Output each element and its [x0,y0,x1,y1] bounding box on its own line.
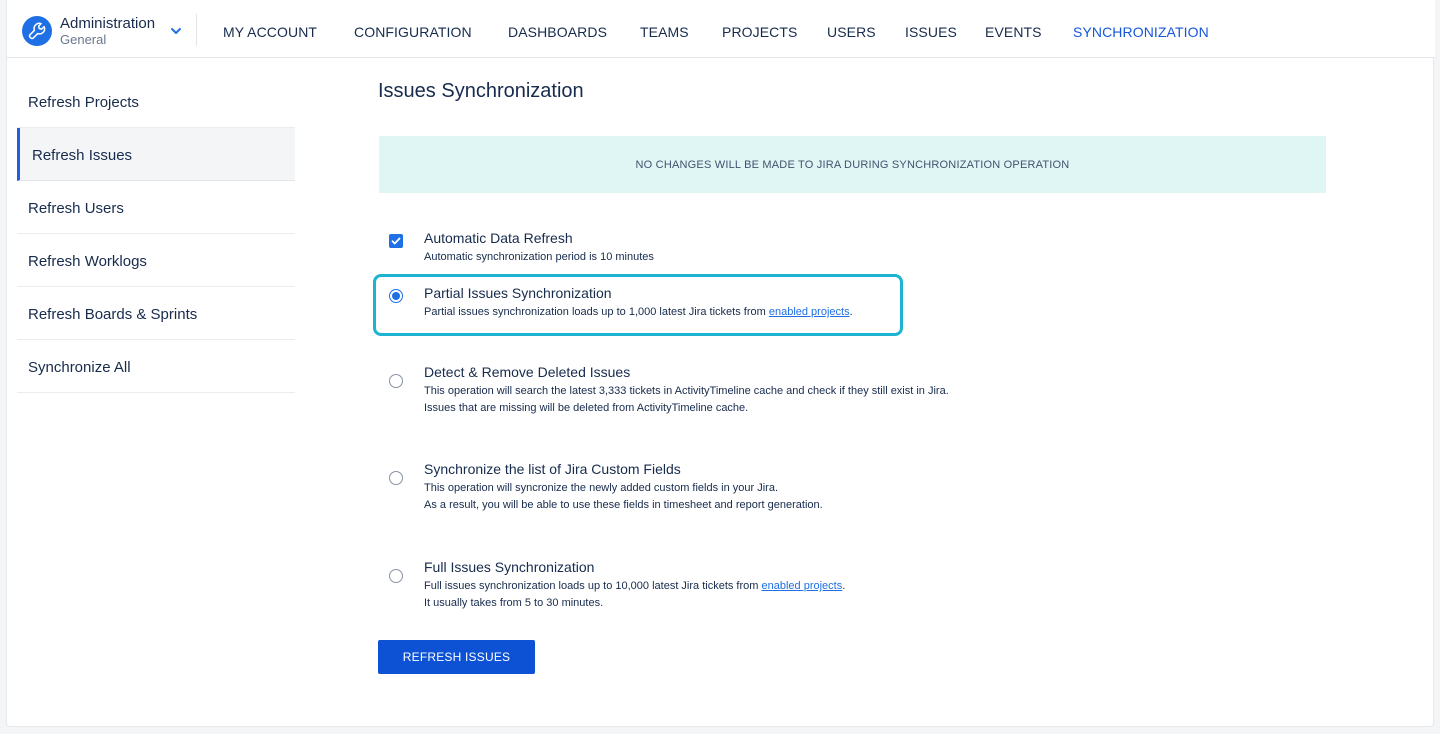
nav-synchronization[interactable]: SYNCHRONIZATION [1073,24,1209,40]
enabled-projects-link[interactable]: enabled projects [762,580,843,592]
wrench-logo-icon [22,16,52,46]
app-subtitle: General [60,32,107,47]
refresh-issues-button[interactable]: REFRESH ISSUES [378,640,535,674]
top-navigation: Administration General MY ACCOUNT CONFIG… [7,0,1435,58]
sidebar-item-refresh-boards-sprints[interactable]: Refresh Boards & Sprints [17,287,295,340]
option-description-line: It usually takes from 5 to 30 minutes. [424,597,604,609]
option-description-text: Partial issues synchronization loads up … [424,306,769,318]
nav-issues[interactable]: ISSUES [905,24,957,40]
nav-dashboards[interactable]: DASHBOARDS [508,24,607,40]
option-description-text: Full issues synchronization loads up to … [424,580,762,592]
info-banner: NO CHANGES WILL BE MADE TO JIRA DURING S… [379,136,1326,193]
option-description: This operation will search the latest 3,… [424,383,949,417]
option-title: Detect & Remove Deleted Issues [424,364,631,380]
sidebar-item-refresh-users[interactable]: Refresh Users [17,181,295,234]
option-title: Automatic Data Refresh [424,230,573,246]
page-title: Issues Synchronization [378,80,584,102]
custom-fields-radio[interactable] [389,471,403,485]
full-sync-radio[interactable] [389,569,403,583]
main-card: Administration General MY ACCOUNT CONFIG… [6,0,1435,727]
sidebar-item-label: Refresh Boards & Sprints [28,306,198,323]
nav-my-account[interactable]: MY ACCOUNT [223,24,317,40]
sidebar-item-synchronize-all[interactable]: Synchronize All [17,340,295,393]
sidebar-item-label: Refresh Issues [32,147,133,164]
nav-teams[interactable]: TEAMS [640,24,689,40]
nav-configuration[interactable]: CONFIGURATION [354,24,472,40]
auto-refresh-checkbox[interactable] [389,234,403,248]
chevron-down-icon[interactable] [170,25,182,37]
sidebar-item-refresh-projects[interactable]: Refresh Projects [17,75,295,128]
nav-divider [196,14,197,46]
option-description-end: . [849,306,853,318]
option-description-end: . [842,580,846,592]
option-description: Automatic synchronization period is 10 m… [424,249,654,266]
enabled-projects-link[interactable]: enabled projects [769,306,850,318]
nav-projects[interactable]: PROJECTS [722,24,797,40]
option-description-text: Automatic synchronization period is 10 m… [424,251,654,263]
sidebar-item-label: Refresh Users [28,200,124,217]
option-title: Synchronize the list of Jira Custom Fiel… [424,461,681,477]
detect-remove-radio[interactable] [389,374,403,388]
partial-sync-radio[interactable] [389,289,403,303]
option-description-line: As a result, you will be able to use the… [424,499,823,511]
option-description-line: Issues that are missing will be deleted … [424,402,749,414]
sidebar-item-refresh-issues[interactable]: Refresh Issues [17,128,295,181]
app-switcher[interactable]: Administration General [22,15,181,47]
option-description: Full issues synchronization loads up to … [424,578,845,612]
nav-events[interactable]: EVENTS [985,24,1042,40]
option-title: Partial Issues Synchronization [424,285,612,301]
option-description: Partial issues synchronization loads up … [424,304,853,321]
sidebar-item-label: Refresh Projects [28,94,139,111]
option-description: This operation will syncronize the newly… [424,480,823,514]
nav-users[interactable]: USERS [827,24,876,40]
banner-text: NO CHANGES WILL BE MADE TO JIRA DURING S… [635,158,1070,171]
option-description-line: This operation will syncronize the newly… [424,482,778,494]
sidebar-item-label: Synchronize All [28,359,131,376]
checkmark-icon [391,237,401,245]
app-title: Administration [60,15,156,32]
sidebar-item-label: Refresh Worklogs [28,253,147,270]
option-title: Full Issues Synchronization [424,559,595,575]
option-description-line: Full issues synchronization loads up to … [424,578,845,595]
option-description-line: This operation will search the latest 3,… [424,385,949,397]
sidebar-item-refresh-worklogs[interactable]: Refresh Worklogs [17,234,295,287]
